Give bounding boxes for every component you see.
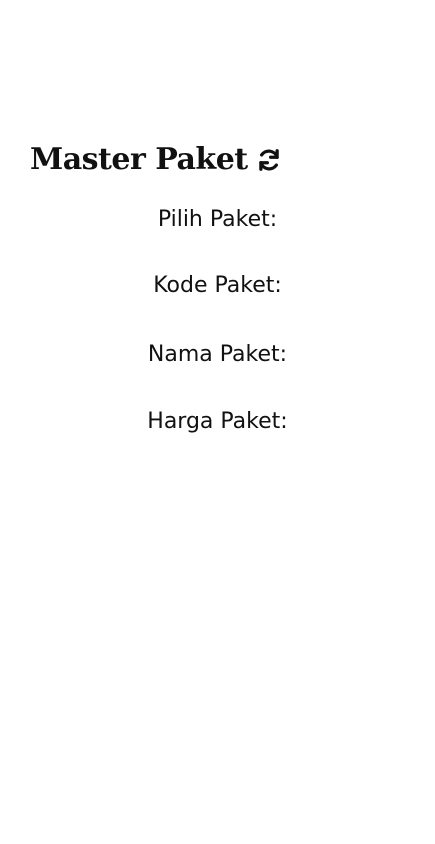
nama-paket-label: Nama Paket: xyxy=(147,342,288,367)
refresh-icon[interactable] xyxy=(254,145,284,175)
kode-paket-label: Kode Paket: xyxy=(153,273,282,298)
harga-paket-label: Harga Paket: xyxy=(147,409,288,434)
pilih-paket-label: Pilih Paket: xyxy=(157,207,278,232)
page-header: Master Paket xyxy=(30,140,284,180)
page-title: Master Paket xyxy=(30,142,248,177)
